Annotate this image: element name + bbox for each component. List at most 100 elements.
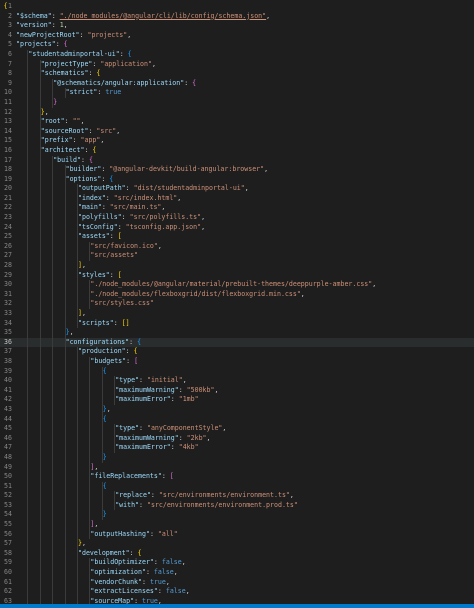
code-line[interactable]: 5 "projects": {	[0, 40, 474, 50]
code-line[interactable]: 46 "maximumWarning": "2kb",	[0, 433, 474, 444]
code-line[interactable]: 25 "assets": [	[0, 232, 474, 242]
indent-guide	[39, 88, 41, 98]
code-line[interactable]: 47 "maximumError": "4kb"	[0, 443, 474, 453]
indent-guide	[101, 376, 103, 386]
indent-guide	[27, 155, 29, 166]
code-text: "src/styles.css"	[90, 299, 154, 309]
code-line[interactable]: 48}	[0, 452, 474, 463]
code-line[interactable]: 49],	[0, 462, 474, 473]
code-line[interactable]: 56 "outputHashing": "all"	[0, 529, 474, 540]
code-line[interactable]: 10 "strict": true	[0, 88, 474, 98]
code-line[interactable]: 23 "polyfills": "src/polyfills.ts",	[0, 213, 474, 223]
code-line[interactable]: 33],	[0, 309, 474, 319]
code-line[interactable]: 21 "index": "src/index.html",	[0, 193, 474, 204]
code-line[interactable]: 61 "vendorChunk": true,	[0, 577, 474, 588]
status-bar	[0, 604, 474, 608]
indent-guide	[39, 414, 41, 425]
indent-guide	[77, 443, 78, 453]
token: ,	[244, 184, 249, 193]
code-line[interactable]: 58 "development": {	[0, 548, 474, 559]
indent-guide	[89, 376, 91, 386]
code-line[interactable]: 52 "replace": "src/environments/environme…	[0, 491, 474, 501]
code-text: "sourceRoot": "src",	[41, 127, 120, 137]
code-line[interactable]: 24 "tsConfig": "tsconfig.app.json",	[0, 222, 474, 233]
code-line[interactable]: 53 "with": "src/environments/environment.…	[0, 500, 474, 511]
token: "prefix"	[40, 136, 73, 145]
code-text: "root": "",	[41, 117, 85, 127]
code-line[interactable]: 40 "type": "initial",	[0, 376, 474, 386]
code-text: "options": {	[66, 175, 114, 185]
code-line[interactable]: 55],	[0, 520, 474, 530]
code-line[interactable]: 6 "studentadminportal-ui": {	[0, 49, 474, 60]
line-number: 42	[4, 395, 12, 404]
code-line[interactable]: 45 "type": "anyComponentStyle",	[0, 424, 474, 434]
code-line[interactable]: 12},	[0, 107, 474, 118]
code-line[interactable]: 29 "styles": [	[0, 270, 474, 281]
code-line[interactable]: 11}	[0, 97, 474, 108]
token: {	[88, 155, 93, 164]
code-line[interactable]: 43},	[0, 404, 474, 415]
code-line[interactable]: 19 "options": {	[0, 174, 474, 185]
code-line[interactable]: 13 "root": "",	[0, 117, 474, 127]
code-line[interactable]: 1{	[0, 2, 474, 12]
token: "studentadminportal-ui"	[28, 49, 120, 58]
line-number: 9	[8, 78, 12, 87]
code-line[interactable]: 9 "@schematics/angular:application": {	[0, 78, 474, 89]
token: :	[113, 318, 122, 327]
code-line[interactable]: 54}	[0, 510, 474, 521]
code-line[interactable]: 14 "sourceRoot": "src",	[0, 126, 474, 137]
code-line[interactable]: 44 {	[0, 414, 474, 425]
code-text: "configurations": {	[66, 338, 141, 348]
line-number: 33	[4, 309, 12, 317]
code-line[interactable]: 37 "production": {	[0, 347, 474, 357]
code-line[interactable]: 60 "optimization": false,	[0, 568, 474, 578]
token: ,	[69, 328, 74, 337]
code-line[interactable]: 36 "configurations": {	[0, 337, 474, 348]
indent-guide	[77, 366, 78, 377]
code-line[interactable]: 62 "extractLicenses": false,	[0, 587, 474, 597]
code-line[interactable]: 32 "src/styles.css"	[0, 299, 474, 309]
code-line[interactable]: 31 "./node_modules/flexboxgrid/dist/flexb…	[0, 289, 474, 300]
code-line[interactable]: 51 {	[0, 481, 474, 492]
code-line[interactable]: 22 "main": "src/main.ts",	[0, 203, 474, 214]
code-line[interactable]: 38 "budgets": [	[0, 356, 474, 367]
indent-guide	[64, 577, 66, 588]
token: "extractLicenses"	[90, 587, 158, 596]
code-line[interactable]: 7 "projectType": "application",	[0, 59, 474, 70]
code-line[interactable]: 18 "builder": "@angular-devkit/build-angu…	[0, 165, 474, 175]
indent-guide	[64, 568, 66, 578]
token: "projects"	[16, 40, 56, 49]
indent-guide	[89, 395, 91, 405]
code-line[interactable]: 34 "scripts": []	[0, 318, 474, 329]
code-line[interactable]: 4 "newProjectRoot": "projects",	[0, 31, 474, 41]
code-line[interactable]: 15 "prefix": "app",	[0, 136, 474, 146]
code-line[interactable]: 16 "architect": {	[0, 145, 474, 156]
code-line[interactable]: 17 "build": {	[0, 155, 474, 166]
code-line[interactable]: 27 "src/assets"	[0, 251, 474, 262]
indent-guide	[39, 529, 41, 540]
code-line[interactable]: 59 "buildOptimizer": false,	[0, 558, 474, 569]
code-line[interactable]: 41 "maximumWarning": "500kb",	[0, 385, 474, 396]
code-line[interactable]: 3 "version": 1,	[0, 21, 474, 31]
token: ""	[72, 117, 81, 126]
code-line[interactable]: 20 "outputPath": "dist/studentadminportal…	[0, 184, 474, 194]
code-line[interactable]: 57},	[0, 539, 474, 549]
code-line[interactable]: 26 "src/favicon.ico",	[0, 241, 474, 252]
code-editor[interactable]: 1{2 "$schema": "./node_modules/@angular/c…	[0, 2, 474, 604]
code-line[interactable]: 8 "schematics": {	[0, 69, 474, 79]
indent-guide	[64, 222, 66, 233]
code-line[interactable]: 42 "maximumError": "1mb"	[0, 395, 474, 405]
code-line[interactable]: 39 {	[0, 366, 474, 377]
code-line[interactable]: 28],	[0, 261, 474, 271]
token: :	[119, 49, 128, 58]
indent-guide	[64, 587, 66, 597]
token: "options"	[65, 174, 102, 183]
token: :	[105, 193, 114, 202]
token: :	[178, 385, 187, 394]
code-line[interactable]: 30 "./node_modules/@angular/material/preb…	[0, 280, 474, 290]
code-line[interactable]: 35},	[0, 328, 474, 338]
code-line[interactable]: 2 "$schema": "./node_modules/@angular/cli…	[0, 12, 474, 22]
indent-guide	[52, 376, 54, 386]
code-line[interactable]: 50 "fileReplacements": [	[0, 472, 474, 482]
code-line[interactable]: 63 "sourceMap": true,	[0, 596, 474, 604]
